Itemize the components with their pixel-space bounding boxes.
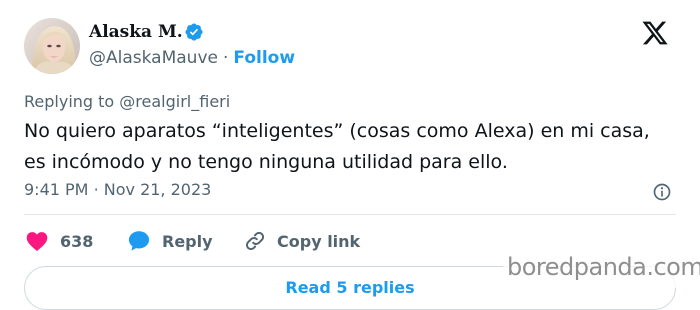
copy-link-label: Copy link	[277, 231, 361, 251]
reply-button[interactable]: Reply	[126, 228, 213, 254]
x-logo-icon[interactable]	[641, 19, 669, 47]
link-icon	[245, 231, 265, 251]
reply-label: Reply	[162, 231, 213, 251]
verified-badge-icon	[185, 23, 203, 41]
copy-link-button[interactable]: Copy link	[243, 228, 360, 254]
user-handle[interactable]: @AlaskaMauve	[89, 48, 218, 68]
handle-separator: ·	[222, 48, 229, 68]
handle-row: @AlaskaMauve · Follow	[89, 46, 295, 70]
like-button[interactable]: 638	[24, 228, 93, 254]
tweet-text: No quiero aparatos “inteligentes” (cosas…	[24, 120, 650, 173]
avatar-image	[24, 18, 80, 74]
tweet-time: 9:41 PM	[24, 180, 89, 199]
tweet-date: Nov 21, 2023	[103, 180, 212, 199]
speech-bubble-icon	[128, 231, 150, 251]
divider	[24, 214, 676, 215]
replying-prefix: Replying to	[24, 92, 115, 111]
replying-to-line: Replying to @realgirl_fieri	[24, 91, 230, 113]
replying-to-mention-link[interactable]: @realgirl_fieri	[119, 92, 230, 111]
follow-button[interactable]: Follow	[233, 48, 295, 68]
boredpanda-watermark: boredpanda.com	[503, 252, 700, 288]
heart-icon	[26, 232, 48, 251]
tweet-timestamp[interactable]: 9:41 PM · Nov 21, 2023	[24, 178, 211, 202]
display-name[interactable]: Alaska M.	[89, 20, 183, 44]
timestamp-separator: ·	[93, 180, 99, 199]
info-icon[interactable]	[652, 182, 672, 202]
like-count: 638	[60, 231, 94, 251]
avatar[interactable]	[24, 18, 80, 74]
